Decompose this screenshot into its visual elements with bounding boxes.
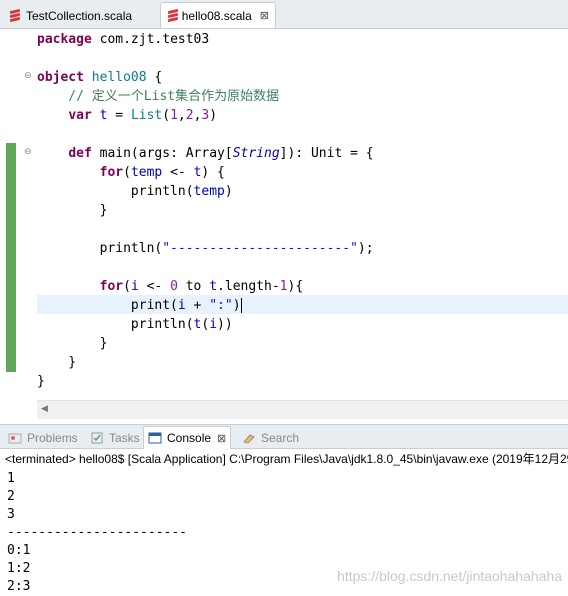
code-line: } <box>37 355 77 370</box>
fold-icon[interactable]: ⊖ <box>24 71 32 81</box>
console-icon <box>148 432 162 444</box>
code-line: // 定义一个List集合作为原始数据 <box>37 89 280 104</box>
tab-console[interactable]: Console ⊠ <box>143 426 232 449</box>
console-line: 2 <box>7 489 15 504</box>
code-line: for(i <- 0 to t.length-1){ <box>99 279 304 294</box>
tab-search[interactable]: Search <box>238 427 303 448</box>
close-icon[interactable]: ⊠ <box>260 9 269 22</box>
tab-label: Search <box>261 430 300 445</box>
tab-problems[interactable]: Problems <box>4 427 82 448</box>
code-line: } <box>37 374 45 389</box>
code-line: var t = List(1,2,3) <box>68 108 218 123</box>
code-line: for(temp <- t) { <box>99 165 225 180</box>
tab-tasks[interactable]: Tasks <box>86 427 144 448</box>
console-line: 3 <box>7 507 15 522</box>
tab-label: Console <box>167 431 212 445</box>
code-line: println(temp) <box>37 184 233 199</box>
text-caret <box>240 298 242 313</box>
problems-icon <box>8 432 22 444</box>
tab-label: Tasks <box>109 430 140 445</box>
code-line: print(i + ":") <box>37 298 242 313</box>
tab-label: TestCollection.scala <box>26 8 133 23</box>
search-icon <box>242 432 256 444</box>
tab-testcollection[interactable]: TestCollection.scala <box>2 3 158 27</box>
tasks-icon <box>90 432 104 444</box>
tab-label: Problems <box>27 430 78 445</box>
console-line: 1 <box>7 471 15 486</box>
console-line: 2:3 <box>7 579 31 594</box>
code-line: package com.zjt.test03 <box>37 32 210 47</box>
console-status: <terminated> hello08$ [Scala Application… <box>5 452 568 466</box>
editor-gutter <box>0 29 20 420</box>
code-line: println("-----------------------"); <box>37 241 374 256</box>
code-line: def main(args: Array[String]): Unit = { <box>68 146 374 161</box>
scala-file-icon <box>167 8 178 23</box>
scala-file-icon <box>9 8 21 23</box>
fold-icon[interactable]: ⊖ <box>24 147 32 157</box>
code-line: println(t(i)) <box>37 317 233 332</box>
code-line: object hello08 { <box>37 70 163 85</box>
code-editor[interactable]: ⊖ ⊖ package com.zjt.test03 object hello0… <box>0 29 568 420</box>
close-icon[interactable]: ⊠ <box>217 432 226 445</box>
view-tab-bar: Problems Tasks Console ⊠ Search <box>0 424 568 449</box>
console-line: ----------------------- <box>7 525 188 540</box>
scroll-left-icon[interactable]: ◀ <box>41 404 48 414</box>
code-line: } <box>37 336 108 351</box>
change-bar <box>6 143 16 372</box>
tab-hello08[interactable]: hello08.scala ⊠ <box>160 2 276 28</box>
console-line: 0:1 <box>7 543 31 558</box>
watermark: https://blog.csdn.net/jintaohahahaha <box>337 568 562 584</box>
code-line: } <box>37 203 108 218</box>
tab-label: hello08.scala <box>181 8 252 23</box>
editor-tab-bar: TestCollection.scala hello08.scala ⊠ <box>0 0 568 29</box>
console-line: 1:2 <box>7 561 31 576</box>
horizontal-scrollbar[interactable]: ◀ <box>37 400 568 419</box>
